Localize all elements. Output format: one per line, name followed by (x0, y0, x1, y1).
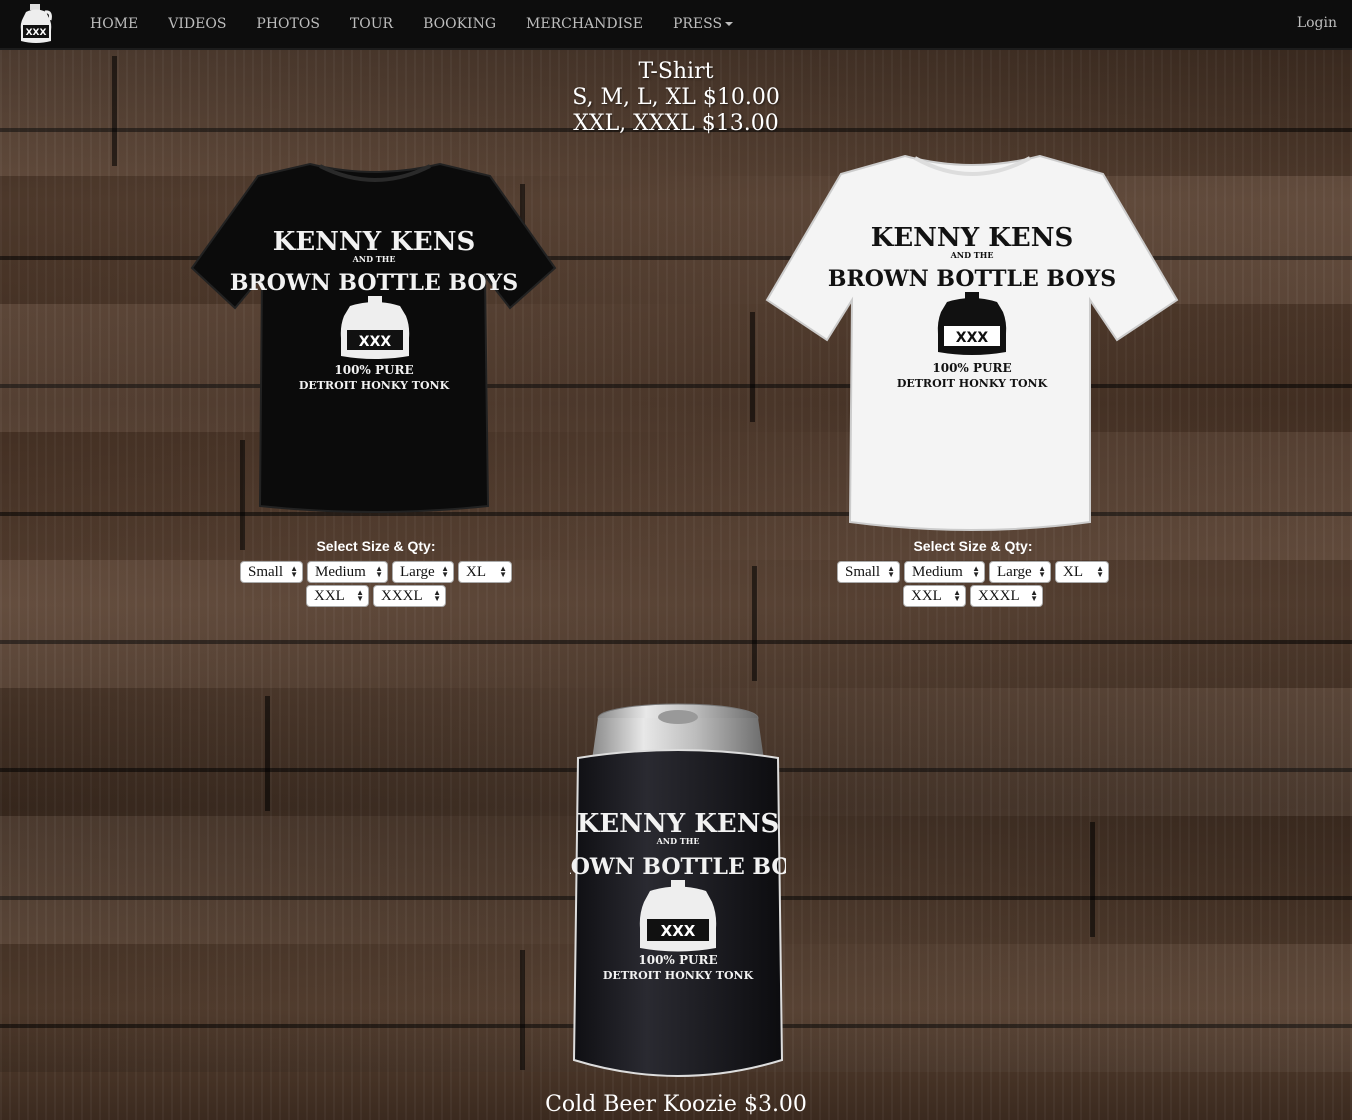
select-arrows-icon: ▲ ▼ (290, 564, 298, 579)
size-label: Medium (315, 563, 366, 580)
select-arrows-icon: ▲ ▼ (1038, 564, 1046, 579)
size-label: Large (997, 563, 1032, 580)
print-line5: DETROIT HONKY TONK (603, 969, 754, 982)
size-label: Small (845, 563, 881, 580)
size-xxxl-select[interactable]: XXXL ▲ ▼ (970, 585, 1043, 607)
beer-koozie-image: KENNY KENS AND THE BROWN BOTTLE BOYS XXX… (570, 703, 786, 1077)
jug-label: XXX (661, 922, 696, 940)
print-line2: AND THE (352, 254, 396, 264)
size-small-select[interactable]: Small ▲ ▼ (837, 561, 900, 583)
wood-seam (265, 696, 270, 811)
size-medium-select[interactable]: Medium ▲ ▼ (904, 561, 985, 583)
print-line1: KENNY KENS (871, 223, 1074, 253)
main-nav: HOME VIDEOS PHOTOS TOUR BOOKING MERCHAND… (75, 0, 748, 48)
size-label: XXL (314, 587, 345, 604)
size-large-select[interactable]: Large ▲ ▼ (392, 561, 454, 583)
print-line4: 100% PURE (932, 361, 1011, 375)
jug-label: XXX (359, 334, 392, 350)
size-medium-select[interactable]: Medium ▲ ▼ (307, 561, 388, 583)
black-tshirt-image: KENNY KENS AND THE BROWN BOTTLE BOYS XXX… (190, 162, 557, 513)
koozie-title: Cold Beer Koozie $3.00 (545, 1092, 807, 1117)
size-label: Small (248, 563, 284, 580)
size-label: XL (1063, 563, 1083, 580)
nav-press-dropdown[interactable]: PRESS (672, 16, 734, 32)
size-xl-select[interactable]: XL ▲ ▼ (1055, 561, 1109, 583)
wood-seam (752, 566, 757, 681)
nav-tour[interactable]: TOUR (350, 16, 393, 32)
wood-seam (750, 312, 755, 422)
jug-label: XXX (956, 330, 989, 346)
tshirt-price-large: XXL, XXXL $13.00 (573, 111, 779, 136)
size-xxxl-select[interactable]: XXXL ▲ ▼ (373, 585, 446, 607)
print-line3: BROWN BOTTLE BOYS (828, 266, 1116, 292)
select-arrows-icon: ▲ ▼ (972, 564, 980, 579)
caret-down-icon (725, 22, 734, 26)
jug-icon: XXX (639, 880, 717, 952)
top-navbar: XXX HOME VIDEOS PHOTOS TOUR BOOKING MERC… (0, 0, 1352, 50)
size-label: Large (400, 563, 435, 580)
size-select-row: XXL ▲ ▼ XXXL ▲ ▼ (176, 585, 576, 607)
size-xl-select[interactable]: XL ▲ ▼ (458, 561, 512, 583)
tshirt-price-standard: S, M, L, XL $10.00 (572, 85, 780, 110)
size-select-row: Small ▲ ▼ Medium ▲ ▼ Large ▲ ▼ XL ▲ ▼ (176, 561, 576, 583)
select-arrows-icon: ▲ ▼ (433, 588, 441, 603)
svg-text:XXX: XXX (26, 28, 47, 38)
select-arrows-icon: ▲ ▼ (375, 564, 383, 579)
select-arrows-icon: ▲ ▼ (1030, 588, 1038, 603)
nav-press-label: PRESS (672, 16, 723, 32)
wood-seam (1090, 822, 1095, 937)
print-line5: DETROIT HONKY TONK (897, 377, 1048, 390)
print-line1: KENNY KENS (577, 809, 780, 839)
nav-videos[interactable]: VIDEOS (168, 16, 226, 32)
select-arrows-icon: ▲ ▼ (1096, 564, 1104, 579)
wood-seam (520, 950, 525, 1070)
size-label: XXL (911, 587, 942, 604)
nav-booking[interactable]: BOOKING (423, 16, 496, 32)
tshirt-title: T-Shirt (638, 59, 714, 84)
print-line2: AND THE (950, 250, 994, 260)
size-xxl-select[interactable]: XXL ▲ ▼ (903, 585, 966, 607)
nav-photos[interactable]: PHOTOS (256, 16, 320, 32)
select-size-label: Select Size & Qty: (316, 538, 436, 554)
jug-logo-icon[interactable]: XXX (18, 3, 54, 45)
print-line3: BROWN BOTTLE BOYS (230, 270, 518, 296)
size-label: XL (466, 563, 486, 580)
print-line5: DETROIT HONKY TONK (299, 379, 450, 392)
size-label: XXXL (381, 587, 423, 604)
nav-home[interactable]: HOME (90, 16, 138, 32)
size-label: Medium (912, 563, 963, 580)
select-arrows-icon: ▲ ▼ (441, 564, 449, 579)
select-arrows-icon: ▲ ▼ (953, 588, 961, 603)
size-large-select[interactable]: Large ▲ ▼ (989, 561, 1051, 583)
size-select-row: XXL ▲ ▼ XXXL ▲ ▼ (773, 585, 1173, 607)
print-line4: 100% PURE (638, 953, 717, 967)
select-arrows-icon: ▲ ▼ (356, 588, 364, 603)
print-line2: AND THE (656, 836, 700, 846)
nav-merchandise[interactable]: MERCHANDISE (526, 16, 643, 32)
print-line1: KENNY KENS (273, 227, 476, 257)
select-size-label: Select Size & Qty: (913, 538, 1033, 554)
white-tshirt-image: KENNY KENS AND THE BROWN BOTTLE BOYS XXX… (765, 154, 1179, 531)
size-xxl-select[interactable]: XXL ▲ ▼ (306, 585, 369, 607)
login-link[interactable]: Login (1297, 15, 1337, 31)
size-select-row: Small ▲ ▼ Medium ▲ ▼ Large ▲ ▼ XL ▲ ▼ (773, 561, 1173, 583)
select-arrows-icon: ▲ ▼ (887, 564, 895, 579)
select-arrows-icon: ▲ ▼ (499, 564, 507, 579)
size-label: XXXL (978, 587, 1020, 604)
print-line3: BROWN BOTTLE BOYS (570, 854, 786, 880)
print-line4: 100% PURE (334, 363, 413, 377)
size-small-select[interactable]: Small ▲ ▼ (240, 561, 303, 583)
